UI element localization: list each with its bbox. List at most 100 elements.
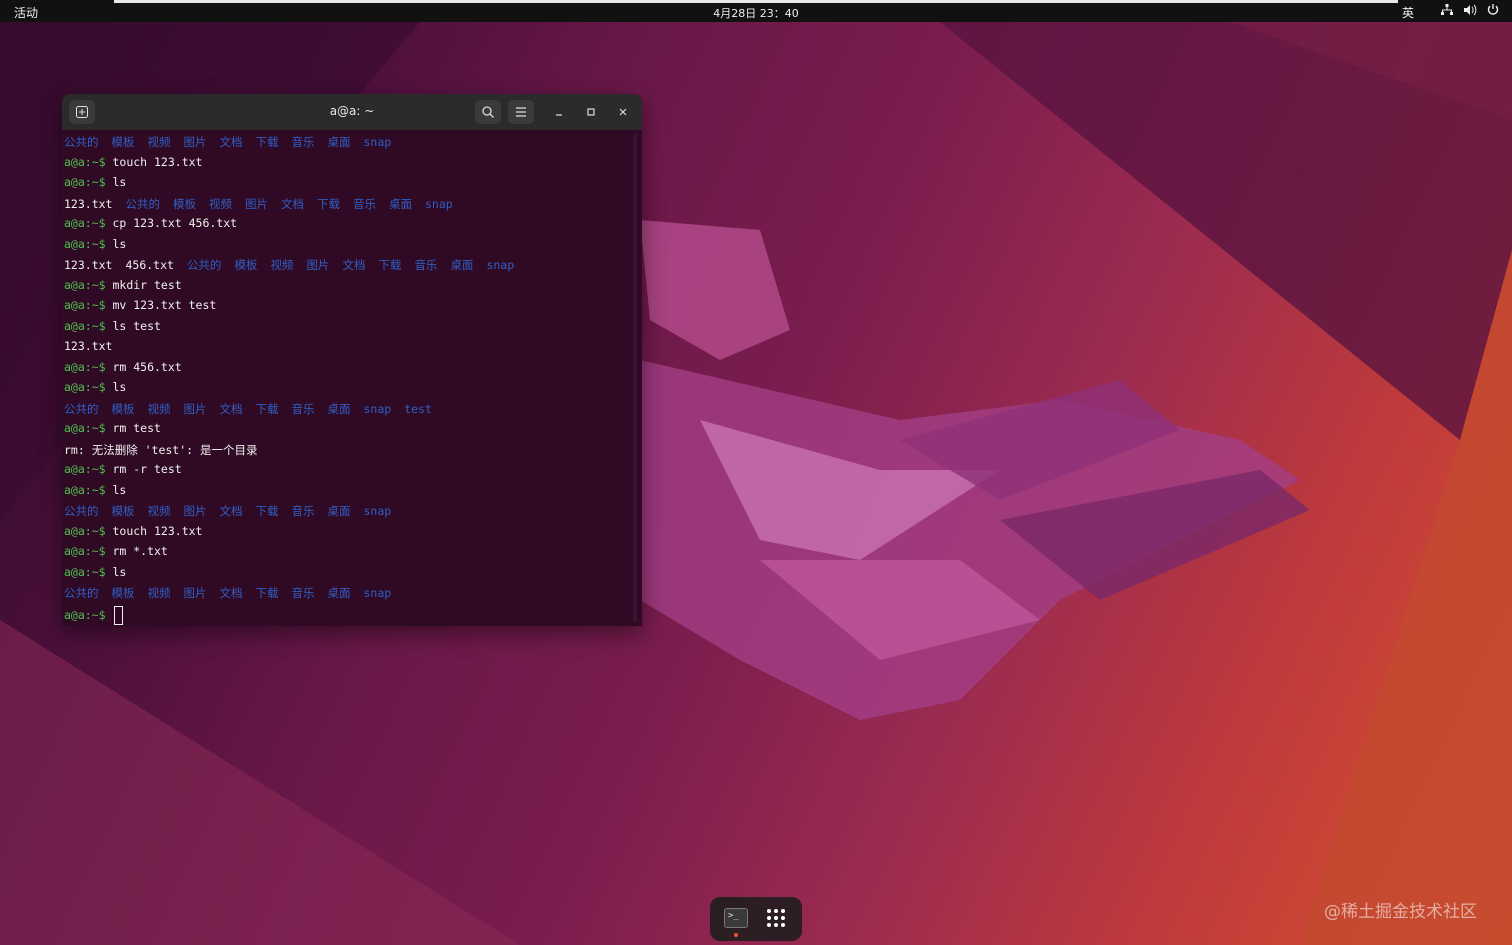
directory-entry: 模板 — [111, 504, 135, 518]
ls-output-line: 123.txt 456.txt 公共的 模板 视频 图片 文档 下载 音乐 桌面 snap — [64, 257, 527, 276]
directory-entry: snap — [363, 401, 392, 416]
directory-entry: 文档 — [280, 196, 304, 211]
system-tray[interactable] — [1440, 3, 1500, 17]
shell-prompt: a@a:~$ — [64, 544, 106, 558]
command-text: ls — [105, 236, 127, 251]
directory-entry: 公共的 — [64, 504, 99, 518]
shell-prompt: a@a:~$ — [64, 236, 106, 251]
command-text: mkdir test — [105, 277, 182, 292]
directory-entry: 图片 — [183, 586, 207, 600]
directory-entry: 模板 — [111, 135, 135, 149]
watermark: @稀土掘金技术社区 — [1324, 902, 1477, 922]
directory-entry: 视频 — [208, 196, 232, 211]
output-line: 123.txt — [64, 339, 112, 358]
command-text: rm test — [105, 421, 161, 435]
terminal-output[interactable]: 公共的 模板 视频 图片 文档 下载 音乐 桌面 snap a@a:~$ touch 123.tx… — [64, 134, 632, 625]
current-prompt-line[interactable]: a@a:~$ — [64, 605, 124, 625]
directory-entry: 文档 — [219, 586, 243, 600]
directory-entry: 下载 — [255, 586, 279, 600]
directory-entry: 音乐 — [291, 586, 315, 600]
command-line: a@a:~$ ls — [64, 175, 126, 194]
shell-prompt: a@a:~$ — [64, 523, 106, 538]
directory-entry: 公共的 — [64, 135, 99, 149]
shell-prompt: a@a:~$ — [64, 318, 106, 333]
directory-entry: snap — [363, 504, 392, 518]
directory-entry: snap — [424, 196, 453, 211]
directory-entry: 文档 — [342, 258, 366, 272]
command-text: rm -r test — [105, 462, 182, 476]
directory-entry: 桌面 — [327, 401, 351, 416]
hamburger-menu-icon — [516, 107, 526, 117]
command-line: a@a:~$ rm -r test — [64, 462, 182, 481]
network-icon[interactable] — [1440, 3, 1454, 17]
command-text: cp 123.txt 456.txt — [105, 216, 238, 230]
show-apps-icon[interactable] — [767, 909, 785, 927]
directory-entry: 桌面 — [388, 196, 412, 211]
menu-button[interactable] — [508, 100, 534, 124]
directory-entry: 视频 — [147, 504, 171, 518]
directory-entry: 视频 — [270, 258, 294, 272]
ls-output-line: 123.txt 公共的 模板 视频 图片 文档 下载 音乐 桌面 snap — [64, 196, 466, 215]
command-text: touch 123.txt — [105, 154, 203, 169]
command-line: a@a:~$ ls — [64, 483, 126, 502]
minimize-icon — [556, 114, 562, 116]
directory-entry: 图片 — [183, 401, 207, 416]
command-line: a@a:~$ ls — [64, 237, 126, 256]
maximize-button[interactable] — [582, 103, 600, 121]
command-text — [106, 608, 113, 622]
directory-entry: 公共的 — [186, 258, 222, 272]
shell-prompt: a@a:~$ — [64, 421, 106, 435]
command-text: ls — [105, 380, 127, 394]
clock[interactable]: 4月28日 23：40 — [0, 5, 1512, 21]
command-line: a@a:~$ rm 456.txt — [64, 360, 182, 379]
directory-entry: 公共的 — [64, 401, 99, 416]
directory-entry: snap — [363, 586, 392, 600]
directory-entry: 下载 — [316, 196, 340, 211]
terminal-scrollbar[interactable] — [633, 134, 637, 622]
command-line: a@a:~$ rm test — [64, 421, 161, 440]
directory-entry: 文档 — [219, 504, 243, 518]
directory-entry: 模板 — [111, 586, 135, 600]
running-indicator — [734, 933, 738, 937]
dock: >_ — [710, 897, 802, 941]
volume-icon[interactable] — [1463, 3, 1477, 17]
command-text: ls — [105, 564, 127, 579]
terminal-app-icon[interactable]: >_ — [724, 908, 748, 928]
terminal-titlebar[interactable]: a@a: ~ — [62, 94, 642, 130]
shell-prompt: a@a:~$ — [64, 216, 106, 230]
output-text: rm: 无法删除 'test': 是一个目录 — [64, 442, 258, 457]
close-button[interactable] — [614, 103, 632, 121]
search-button[interactable] — [475, 100, 501, 124]
directory-entry: 桌面 — [327, 586, 351, 600]
directory-entry: snap — [486, 258, 515, 272]
text-cursor[interactable] — [114, 605, 124, 625]
terminal-window[interactable]: a@a: ~ 公共的 模板 视频 图片 文档 下载 音乐 桌面 snap a@a:~$ touch… — [62, 94, 642, 626]
shell-prompt: a@a:~$ — [64, 175, 106, 189]
directory-entry: 模板 — [234, 258, 258, 272]
shell-prompt: a@a:~$ — [64, 277, 106, 292]
command-line: a@a:~$ mkdir test — [64, 278, 182, 297]
directory-entry: 图片 — [306, 258, 330, 272]
shell-prompt: a@a:~$ — [64, 482, 106, 497]
output-text: 123.txt — [64, 339, 113, 353]
command-line: a@a:~$ mv 123.txt test — [64, 298, 216, 317]
power-icon[interactable] — [1486, 3, 1500, 17]
top-bar: 活动 4月28日 23：40 英 — [0, 0, 1512, 22]
directory-entry: 桌面 — [327, 135, 351, 149]
ls-output-line: 公共的 模板 视频 图片 文档 下载 音乐 桌面 snap — [64, 585, 404, 604]
directory-entry: 桌面 — [450, 258, 474, 272]
directory-entry: 公共的 — [125, 196, 160, 211]
command-text: mv 123.txt test — [105, 298, 217, 312]
close-icon — [619, 108, 627, 116]
directory-entry: 文档 — [219, 135, 243, 149]
command-text: rm 456.txt — [105, 359, 182, 374]
directory-entry: 视频 — [147, 586, 171, 600]
input-method-indicator[interactable]: 英 — [1402, 4, 1414, 21]
directory-entry: 视频 — [147, 401, 171, 416]
minimize-button[interactable] — [550, 103, 568, 121]
command-line: a@a:~$ touch 123.txt — [64, 524, 202, 543]
directory-entry: 模板 — [172, 196, 196, 211]
shell-prompt: a@a:~$ — [64, 462, 106, 476]
file-entry: 456.txt — [125, 258, 174, 272]
directory-entry: 桌面 — [327, 504, 351, 518]
